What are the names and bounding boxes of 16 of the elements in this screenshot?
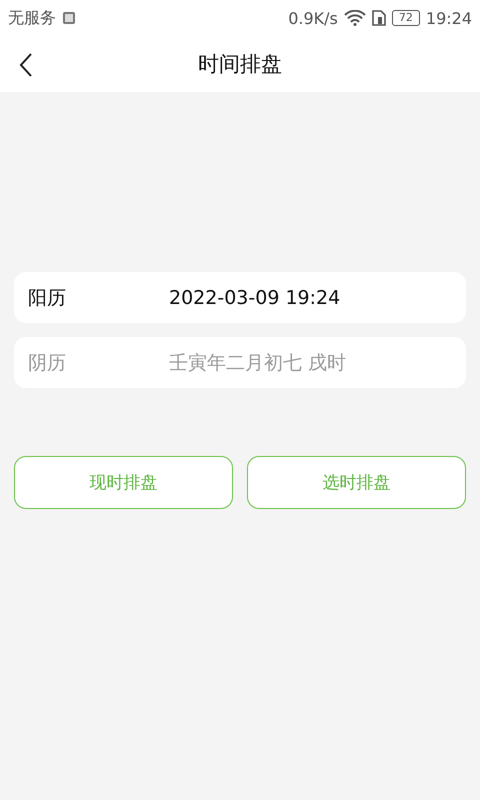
carrier-text: 无服务	[8, 8, 56, 28]
page-title: 时间排盘	[198, 51, 282, 78]
battery-level: 72	[392, 10, 420, 26]
sim-card-icon	[372, 10, 386, 26]
chart-button[interactable]: 现时排盘	[14, 456, 233, 509]
date-row[interactable]: 阳历 2022-03-09 19:24	[14, 272, 466, 323]
calendar-label: 阳历	[28, 286, 67, 310]
chart-button[interactable]: 选时排盘	[247, 456, 466, 509]
network-speed: 0.9K/s	[288, 8, 338, 28]
date-value: 2022-03-09 19:24	[169, 286, 340, 308]
calendar-label: 阴历	[28, 350, 67, 376]
clock-time: 19:24	[426, 8, 472, 28]
wifi-icon	[344, 10, 366, 26]
date-value: 壬寅年二月初七 戌时	[169, 350, 346, 376]
image-icon	[62, 11, 76, 25]
back-icon[interactable]	[18, 52, 34, 78]
